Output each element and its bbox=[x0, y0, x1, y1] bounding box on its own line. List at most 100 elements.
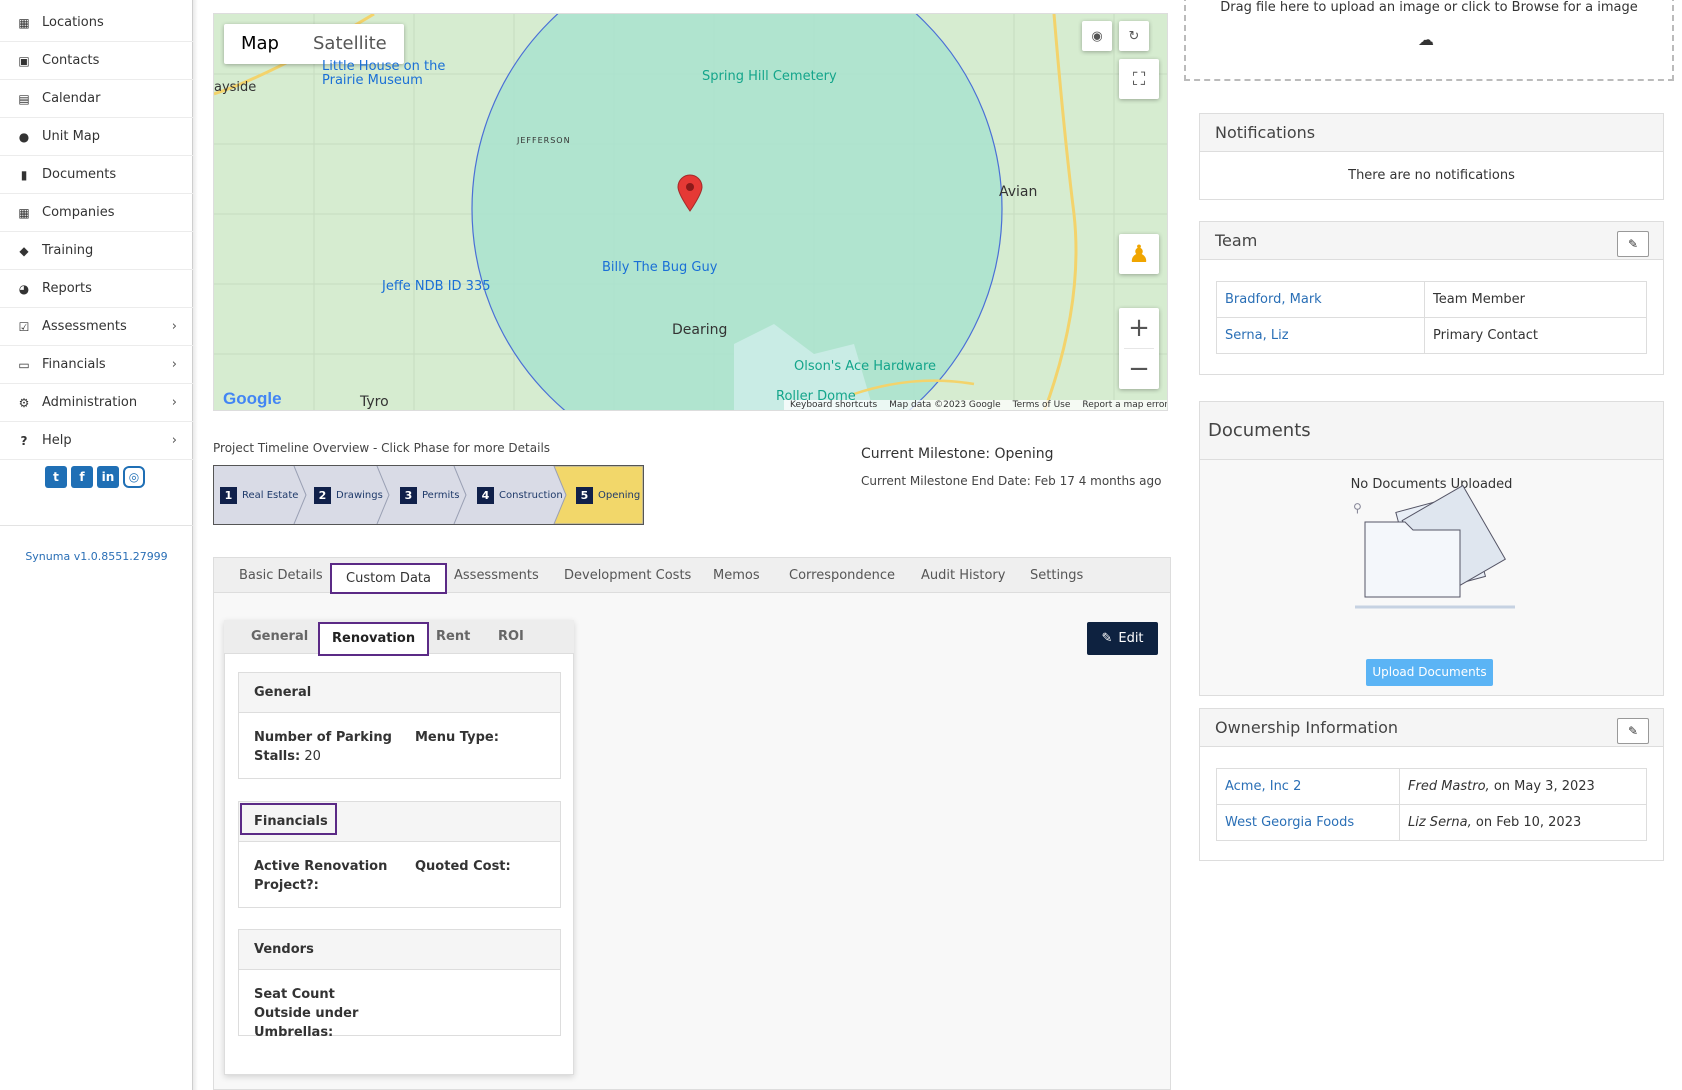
sidebar-divider bbox=[0, 525, 193, 526]
edit-label: Edit bbox=[1118, 631, 1144, 646]
sidebar-item-label: Assessments bbox=[42, 319, 127, 334]
sidebar-item-help[interactable]: ? Help › bbox=[0, 422, 193, 460]
team-member-link[interactable]: Bradford, Mark bbox=[1216, 281, 1425, 318]
unit-map[interactable]: Map Satellite ◉ ↻ ⛶ ♟ + − ayside Little … bbox=[213, 13, 1168, 411]
sidebar-item-training[interactable]: ◆ Training bbox=[0, 232, 193, 270]
subtab-general[interactable]: General bbox=[251, 620, 308, 654]
map-label-ayside: ayside bbox=[214, 80, 257, 95]
sidebar: ▦ Locations ▣ Contacts ▤ Calendar ● Unit Map… bbox=[0, 0, 198, 1090]
map-label-tyro: Tyro bbox=[360, 394, 389, 410]
phase-construction[interactable]: 4 Construction bbox=[477, 466, 563, 524]
sidebar-item-label: Administration bbox=[42, 395, 138, 410]
tab-memos[interactable]: Memos bbox=[713, 558, 760, 594]
fullscreen-icon[interactable]: ⛶ bbox=[1119, 59, 1159, 99]
sidebar-item-label: Financials bbox=[42, 357, 106, 372]
sidebar-item-companies[interactable]: ▦ Companies bbox=[0, 194, 193, 232]
map-type-toggle[interactable]: Map Satellite bbox=[224, 24, 404, 64]
tab-assessments[interactable]: Assessments bbox=[454, 558, 539, 594]
calendar-icon: ▤ bbox=[18, 91, 30, 106]
twitter-icon[interactable]: t bbox=[45, 466, 67, 488]
sidebar-item-contacts[interactable]: ▣ Contacts bbox=[0, 42, 193, 80]
sidebar-item-label: Unit Map bbox=[42, 129, 101, 144]
building-icon: ▦ bbox=[18, 15, 30, 30]
map-report-link[interactable]: Report a map error bbox=[1082, 400, 1167, 410]
instagram-icon[interactable]: ◎ bbox=[123, 466, 145, 488]
chevron-right-icon: › bbox=[171, 319, 177, 334]
empty-folder-illustration: ⚲ bbox=[1353, 484, 1515, 609]
map-label-billy-bug: Billy The Bug Guy bbox=[602, 260, 718, 275]
phase-real-estate[interactable]: 1 Real Estate bbox=[220, 466, 298, 524]
pencil-icon[interactable]: ✎ bbox=[1617, 718, 1649, 744]
facebook-icon[interactable]: f bbox=[71, 466, 93, 488]
subtab-renovation[interactable]: Renovation bbox=[318, 622, 430, 656]
tab-custom-data[interactable]: Custom Data bbox=[330, 563, 447, 594]
general-card: General Number of Parking Stalls: 20 Men… bbox=[238, 672, 561, 779]
company-link[interactable]: Acme, Inc 2 bbox=[1216, 768, 1400, 805]
sidebar-item-documents[interactable]: ▮ Documents bbox=[0, 156, 193, 194]
map-type-map[interactable]: Map bbox=[224, 24, 296, 64]
phase-label: Drawings bbox=[336, 489, 383, 501]
panel-title-text: Team bbox=[1215, 231, 1258, 250]
ownership-panel: Ownership Information ✎ Acme, Inc 2 Fred M… bbox=[1199, 708, 1664, 861]
sidebar-item-locations[interactable]: ▦ Locations bbox=[0, 4, 193, 42]
sidebar-item-unit-map[interactable]: ● Unit Map bbox=[0, 118, 193, 156]
sidebar-item-label: Locations bbox=[42, 15, 104, 30]
sidebar-item-reports[interactable]: ◕ Reports bbox=[0, 270, 193, 308]
sidebar-item-financials[interactable]: ▭ Financials › bbox=[0, 346, 193, 384]
money-icon: ▭ bbox=[18, 357, 30, 372]
phase-number: 5 bbox=[576, 486, 593, 504]
zoom-in-button[interactable]: + bbox=[1119, 308, 1159, 348]
upload-documents-button[interactable]: Upload Documents bbox=[1366, 659, 1493, 686]
tab-settings[interactable]: Settings bbox=[1030, 558, 1083, 594]
map-type-satellite[interactable]: Satellite bbox=[296, 24, 404, 64]
field-value: 20 bbox=[300, 749, 321, 764]
quoted-cost-field: Quoted Cost: bbox=[415, 859, 511, 874]
tab-audit-history[interactable]: Audit History bbox=[921, 558, 1005, 594]
documents-panel: Documents No Documents Uploaded ⚲ bbox=[1199, 401, 1664, 696]
phase-number: 2 bbox=[314, 486, 331, 504]
eye-icon[interactable]: ◉ bbox=[1082, 21, 1112, 51]
map-label-little-house: Little House on the Prairie Museum bbox=[322, 59, 446, 88]
phase-drawings[interactable]: 2 Drawings bbox=[314, 466, 383, 524]
edit-icon: ✎ bbox=[1101, 631, 1113, 646]
map-terms-link[interactable]: Terms of Use bbox=[1013, 400, 1071, 410]
vendors-card: Vendors Seat Count Outside under Umbrell… bbox=[238, 929, 561, 1040]
sidebar-item-administration[interactable]: ⚙ Administration › bbox=[0, 384, 193, 422]
social-links: t f in ◎ bbox=[45, 466, 145, 488]
map-keyboard-shortcuts[interactable]: Keyboard shortcuts bbox=[790, 400, 877, 410]
checkbox-icon: ☑ bbox=[18, 319, 30, 334]
sidebar-item-label: Companies bbox=[42, 205, 115, 220]
tab-correspondence[interactable]: Correspondence bbox=[789, 558, 895, 594]
refresh-icon[interactable]: ↻ bbox=[1119, 21, 1149, 51]
phase-number: 3 bbox=[400, 486, 417, 504]
linkedin-icon[interactable]: in bbox=[97, 466, 119, 488]
zoom-out-button[interactable]: − bbox=[1119, 349, 1159, 389]
street-view-pegman-icon[interactable]: ♟ bbox=[1119, 234, 1159, 274]
globe-icon: ● bbox=[18, 129, 30, 144]
company-link[interactable]: West Georgia Foods bbox=[1216, 804, 1400, 841]
phase-label: Opening bbox=[598, 489, 641, 501]
ownership-date: on Feb 10, 2023 bbox=[1471, 815, 1582, 830]
sidebar-item-assessments[interactable]: ☑ Assessments › bbox=[0, 308, 193, 346]
map-marker-icon[interactable] bbox=[676, 174, 704, 212]
tab-basic-details[interactable]: Basic Details bbox=[239, 558, 323, 594]
team-member-link[interactable]: Serna, Liz bbox=[1216, 317, 1425, 354]
sidebar-item-label: Training bbox=[42, 243, 94, 258]
phase-permits[interactable]: 3 Permits bbox=[400, 466, 459, 524]
cloud-upload-icon: ☁ bbox=[1418, 30, 1434, 49]
graduation-cap-icon: ◆ bbox=[19, 243, 29, 258]
google-logo: Google bbox=[223, 389, 282, 408]
subtab-roi[interactable]: ROI bbox=[498, 620, 524, 654]
tab-development-costs[interactable]: Development Costs bbox=[564, 558, 691, 594]
edit-button[interactable]: ✎ Edit bbox=[1087, 622, 1158, 655]
phase-number: 4 bbox=[477, 486, 494, 504]
subtab-rent[interactable]: Rent bbox=[436, 620, 470, 654]
pencil-icon[interactable]: ✎ bbox=[1617, 231, 1649, 257]
version-label[interactable]: Synuma v1.0.8551.27999 bbox=[0, 550, 193, 563]
sidebar-item-calendar[interactable]: ▤ Calendar bbox=[0, 80, 193, 118]
phase-number: 1 bbox=[220, 486, 237, 504]
upload-instructions: Drag file here to upload an image or cli… bbox=[1220, 0, 1638, 15]
svg-text:⚲: ⚲ bbox=[1353, 501, 1362, 515]
current-milestone-end-date: Current Milestone End Date: Feb 17 4 mon… bbox=[861, 474, 1162, 488]
phase-opening[interactable]: 5 Opening bbox=[576, 466, 640, 524]
